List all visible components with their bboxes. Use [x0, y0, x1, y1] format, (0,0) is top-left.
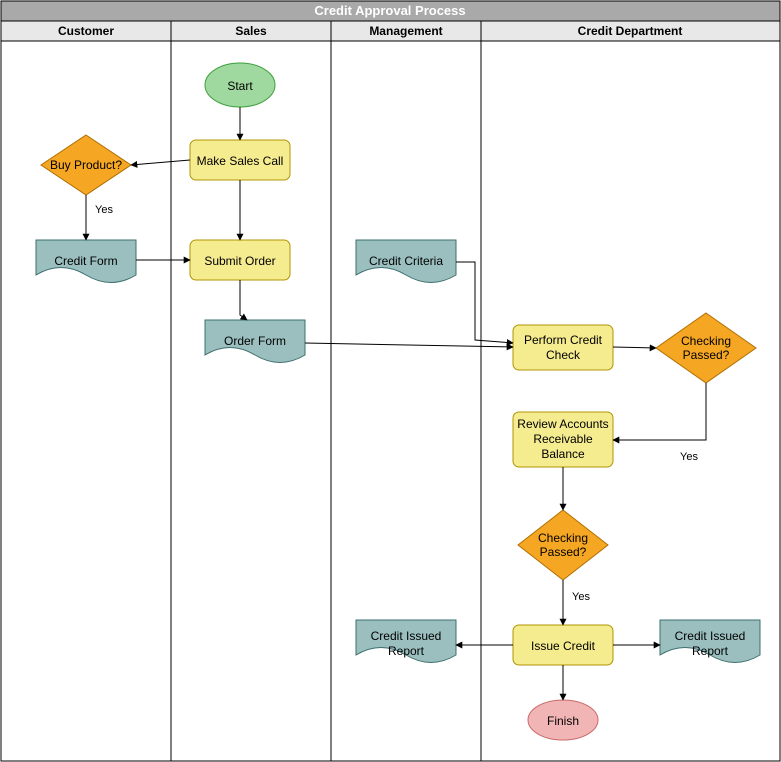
node-perform-credit-check-label1: Perform Credit	[524, 333, 603, 347]
node-finish-label: Finish	[547, 714, 579, 728]
credit-approval-swimlane: Credit Approval Process Customer Sales M…	[0, 0, 781, 762]
node-credit-criteria-label: Credit Criteria	[369, 254, 443, 268]
node-checking-passed-1-label1: Checking	[681, 334, 731, 348]
edge-buy-product-yes-label: Yes	[95, 204, 113, 216]
node-review-ar-label2: Receivable	[533, 432, 593, 446]
node-credit-issued-report-2-label1: Credit Issued	[675, 629, 746, 643]
node-credit-issued-report-1-label2: Report	[388, 644, 425, 658]
node-order-form-label: Order Form	[224, 334, 286, 348]
node-credit-issued-report-1-label1: Credit Issued	[371, 629, 442, 643]
node-credit-form-label: Credit Form	[54, 254, 117, 268]
edge-checking-passed-1-to-review-ar	[613, 383, 706, 440]
lane-label-sales: Sales	[235, 24, 267, 38]
lane-label-credit-department: Credit Department	[578, 24, 683, 38]
node-submit-order-label: Submit Order	[204, 254, 275, 268]
diagram-title: Credit Approval Process	[314, 3, 465, 18]
edge-submit-order-to-order-form	[240, 280, 247, 320]
edge-perform-credit-check-to-checking-passed-1	[613, 347, 656, 348]
node-start-label: Start	[227, 79, 253, 93]
node-buy-product-label: Buy Product?	[50, 158, 122, 172]
node-review-ar-label1: Review Accounts	[517, 417, 608, 431]
edge-credit-criteria-to-perform-credit-check	[456, 262, 513, 343]
node-checking-passed-2-label2: Passed?	[540, 545, 587, 559]
edge-order-form-to-perform-credit-check	[305, 343, 513, 347]
edge-checking-passed-2-yes-label: Yes	[572, 591, 590, 603]
node-issue-credit-label: Issue Credit	[531, 639, 596, 653]
node-make-sales-call-label: Make Sales Call	[197, 154, 284, 168]
lane-label-management: Management	[369, 24, 442, 38]
edge-checking-passed-1-yes-label: Yes	[680, 451, 698, 463]
node-credit-issued-report-2-label2: Report	[692, 644, 729, 658]
node-checking-passed-2-label1: Checking	[538, 531, 588, 545]
node-perform-credit-check-label2: Check	[546, 348, 581, 362]
node-review-ar-label3: Balance	[541, 447, 585, 461]
node-checking-passed-1-label2: Passed?	[683, 348, 730, 362]
lane-label-customer: Customer	[58, 24, 114, 38]
edge-make-sales-call-to-buy-product	[131, 160, 190, 165]
